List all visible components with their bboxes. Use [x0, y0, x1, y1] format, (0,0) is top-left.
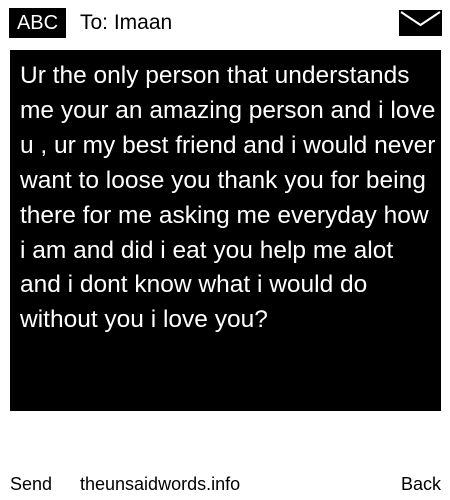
- recipient-label: To: Imaan: [80, 11, 173, 34]
- envelope-icon: [399, 10, 442, 36]
- header-bar: ABC To: Imaan: [0, 0, 450, 46]
- site-name: theunsaidwords.info: [80, 474, 241, 494]
- input-mode-badge[interactable]: ABC: [9, 8, 66, 38]
- phone-message-screen: ABC To: Imaan Ur the only person that un…: [0, 0, 450, 500]
- message-compose-area[interactable]: Ur the only person that understands me y…: [10, 50, 441, 411]
- softkey-bar: Send theunsaidwords.info Back: [0, 470, 450, 498]
- message-body: Ur the only person that understands me y…: [20, 62, 436, 334]
- send-button[interactable]: Send: [10, 470, 52, 498]
- back-button[interactable]: Back: [401, 470, 441, 498]
